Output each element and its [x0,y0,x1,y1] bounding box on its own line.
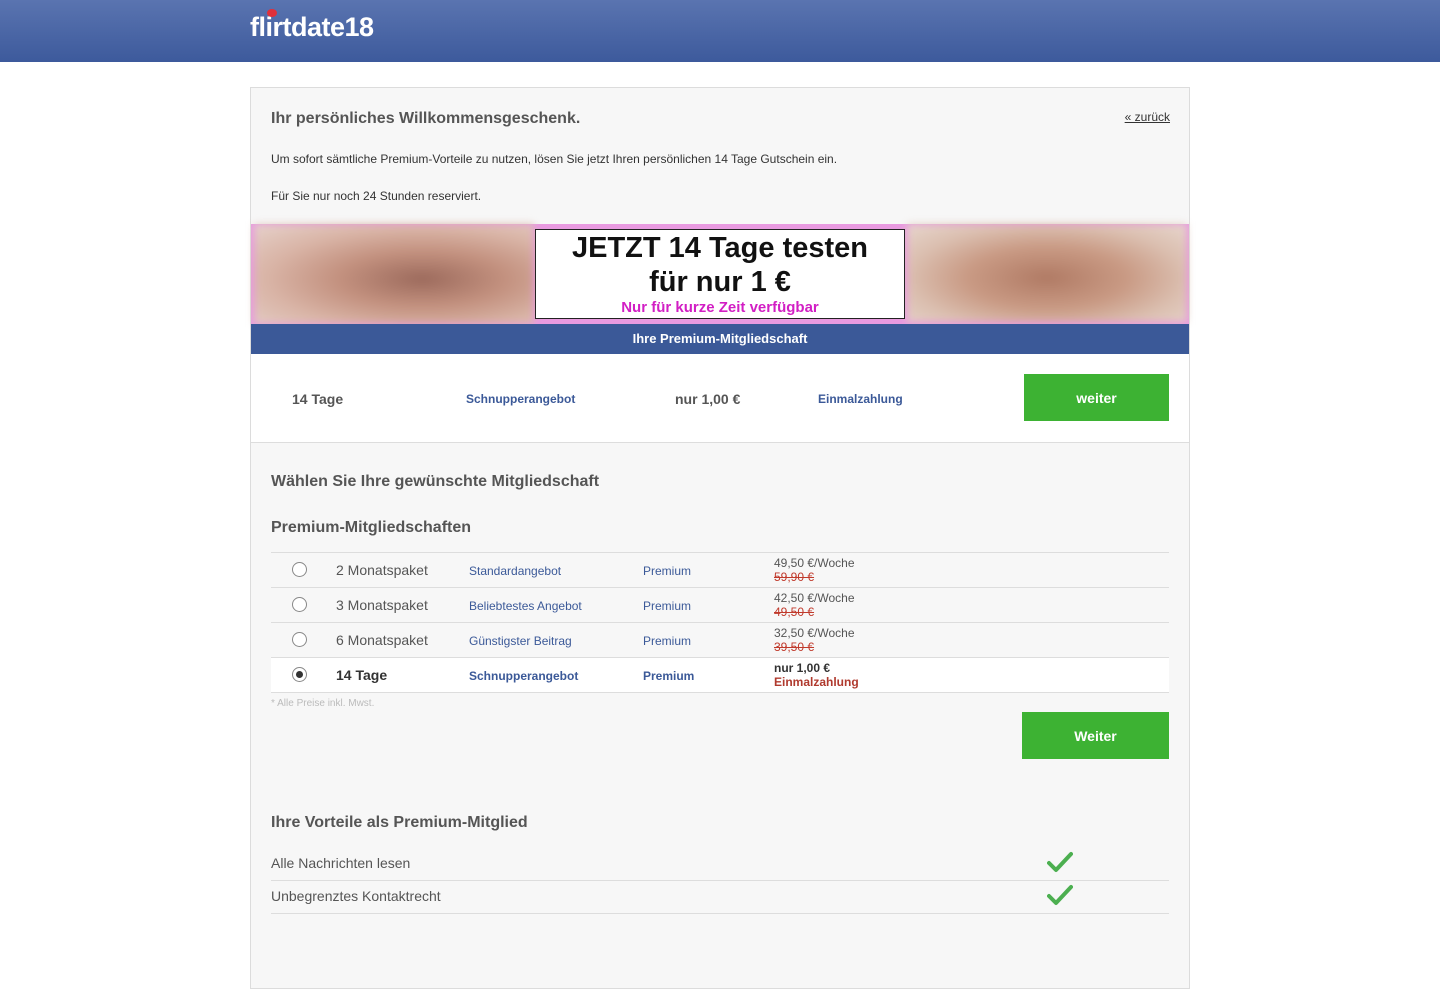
vat-note: * Alle Preise inkl. Mwst. [271,698,375,709]
benefit-label: Alle Nachrichten lesen [271,855,411,871]
plan-desc: Günstigster Beitrag [469,634,572,648]
logo[interactable]: flirtdate18 [250,9,374,43]
promo-price: für nur 1 € [649,266,791,298]
reserved-text: Für Sie nur noch 24 Stunden reserviert. [271,189,482,203]
choose-title: Wählen Sie Ihre gewünschte Mitgliedschaf… [271,473,600,490]
plan-name: 6 Monatspaket [336,632,428,648]
benefit-row: Unbegrenztes Kontaktrecht [271,880,1169,914]
promo-box: JETZT 14 Tage testen für nur 1 € Nur für… [535,229,905,319]
plan-row-selected[interactable]: 14 Tage Schnupperangebot Premium nur 1,0… [271,658,1169,693]
plan-level: Premium [643,634,692,648]
plan-price-value: 32,50 €/Woche [774,626,855,640]
plan-desc: Standardangebot [469,564,562,578]
plan-desc: Beliebtestes Angebot [469,599,582,613]
plan-row[interactable]: 6 Monatspaket Günstigster Beitrag Premiu… [271,623,1169,658]
offer-weiter-button[interactable]: weiter [1024,374,1169,421]
plan-level: Premium [643,564,692,578]
blurred-photo-right [907,224,1187,322]
offer-type: Schnupperangebot [466,392,576,406]
plan-radio[interactable] [292,562,307,577]
premium-bar: Ihre Premium-Mitgliedschaft [251,324,1189,354]
back-link[interactable]: « zurück [1125,110,1170,124]
plan-old-price: 59,90 € [774,570,815,584]
plan-row[interactable]: 2 Monatspaket Standardangebot Premium 49… [271,553,1169,588]
top-bar: flirtdate18 [0,0,1440,62]
premium-memberships-title: Premium-Mitgliedschaften [271,519,472,536]
plan-price-value: nur 1,00 € [774,661,831,675]
plan-desc: Schnupperangebot [469,669,579,683]
benefit-label: Unbegrenztes Kontaktrecht [271,888,441,904]
check-icon [1047,885,1073,905]
benefit-row: Alle Nachrichten lesen [271,847,1169,881]
plan-radio-checked[interactable] [292,667,307,682]
plan-price: 49,50 €/Woche 59,90 € [774,556,855,584]
plan-price-value: 49,50 €/Woche [774,556,855,570]
blurred-photo-left [254,224,534,324]
plan-level: Premium [643,599,692,613]
offer-duration: 14 Tage [292,391,344,407]
welcome-title: Ihr persönliches Willkommensgeschenk. [271,110,581,127]
plan-price: 32,50 €/Woche 39,50 € [774,626,855,654]
plan-list: 2 Monatspaket Standardangebot Premium 49… [271,552,1169,693]
plan-radio[interactable] [292,632,307,647]
weiter-button[interactable]: Weiter [1022,712,1169,759]
plan-name: 3 Monatspaket [336,597,428,613]
benefits-title: Ihre Vorteile als Premium-Mitglied [271,814,528,831]
plan-payment-type: Einmalzahlung [774,675,859,689]
logo-heart-icon [267,9,277,17]
plan-old-price: 49,50 € [774,605,815,619]
promo-banner[interactable]: JETZT 14 Tage testen für nur 1 € Nur für… [251,224,1189,324]
offer-row: 14 Tage Schnupperangebot nur 1,00 € Einm… [251,354,1189,443]
logo-text: flirtdate18 [250,12,374,42]
promo-headline: JETZT 14 Tage testen [572,232,868,264]
offer-payment: Einmalzahlung [818,392,903,406]
membership-panel: Ihr persönliches Willkommensgeschenk. « … [250,87,1190,989]
check-icon [1047,852,1073,872]
intro-text: Um sofort sämtliche Premium-Vorteile zu … [271,152,838,166]
promo-tagline: Nur für kurze Zeit verfügbar [621,299,819,316]
plan-name: 2 Monatspaket [336,562,428,578]
plan-price: 42,50 €/Woche 49,50 € [774,591,855,619]
plan-row[interactable]: 3 Monatspaket Beliebtestes Angebot Premi… [271,588,1169,623]
plan-price-value: 42,50 €/Woche [774,591,855,605]
plan-old-price: 39,50 € [774,640,815,654]
plan-name: 14 Tage [336,667,388,683]
plan-radio[interactable] [292,597,307,612]
offer-price: nur 1,00 € [675,391,741,407]
plan-price: nur 1,00 € Einmalzahlung [774,661,859,689]
plan-level: Premium [643,669,695,683]
